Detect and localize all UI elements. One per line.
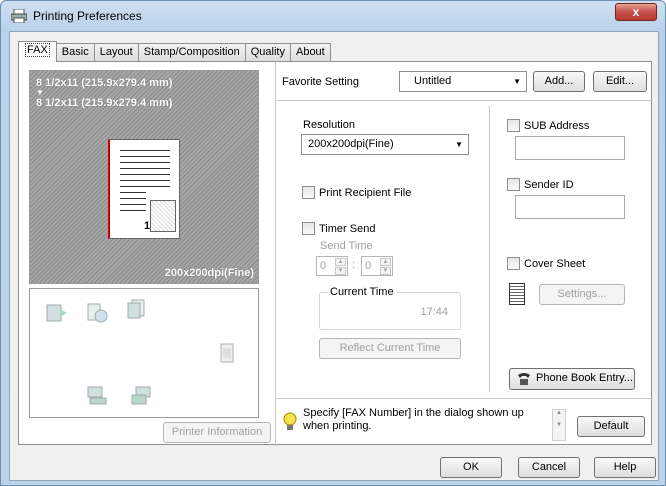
favorite-setting-dropdown[interactable]: Untitled ▼ — [399, 71, 527, 92]
device-options-box — [29, 288, 259, 418]
title-bar[interactable]: Printing Preferences x — [1, 1, 665, 31]
ok-button[interactable]: OK — [440, 457, 502, 478]
page-number: 1 — [144, 220, 151, 232]
phone-book-entry-button[interactable]: Phone Book Entry... — [509, 368, 635, 390]
cover-sheet-label: Cover Sheet — [524, 258, 586, 270]
send-minute-value: 0 — [365, 260, 372, 272]
current-time-group: Current Time 17:44 — [319, 286, 461, 330]
bottom-divider — [277, 398, 653, 399]
chevron-down-icon: ▼ — [513, 77, 521, 86]
printer-icon — [11, 9, 27, 23]
tray-icon — [220, 343, 234, 363]
info-message: Specify [FAX Number] in the dialog shown… — [303, 407, 524, 432]
network-terminal-icon — [131, 386, 151, 405]
overlay-page — [150, 200, 176, 232]
default-button[interactable]: Default — [577, 416, 645, 437]
cancel-button[interactable]: Cancel — [518, 457, 580, 478]
fax-tab-panel: 8 1/2x11 (215.9x279.4 mm) ▼ 8 1/2x11 (21… — [18, 61, 653, 446]
favorite-setting-label: Favorite Setting — [282, 76, 360, 88]
timer-icon — [87, 303, 108, 323]
horizontal-divider — [277, 100, 653, 101]
tab-about[interactable]: About — [289, 43, 331, 61]
sub-address-checkbox[interactable] — [507, 119, 520, 132]
favorite-setting-value: Untitled — [414, 75, 452, 87]
cover-sheet-checkbox[interactable] — [507, 257, 520, 270]
edit-favorite-button[interactable]: Edit... — [593, 71, 647, 92]
close-button[interactable]: x — [615, 3, 657, 21]
spin-up-icon[interactable]: ▲ — [335, 258, 346, 266]
phone-book-entry-label: Phone Book Entry... — [536, 372, 634, 384]
tab-quality[interactable]: Quality — [244, 43, 291, 61]
spin-down-icon[interactable]: ▼ — [335, 267, 346, 275]
print-recipient-file-checkbox[interactable] — [302, 186, 315, 199]
sender-id-input[interactable] — [515, 195, 625, 219]
cover-sheet-settings-button[interactable]: Settings... — [539, 284, 625, 305]
send-hour-spinner[interactable]: 0 ▲ ▼ — [316, 256, 348, 276]
output-size-text: 8 1/2x11 (215.9x279.4 mm) — [36, 97, 173, 109]
page-preview: 8 1/2x11 (215.9x279.4 mm) ▼ 8 1/2x11 (21… — [29, 70, 259, 284]
help-button[interactable]: Help — [594, 457, 656, 478]
tab-fax[interactable]: FAX — [18, 41, 57, 62]
user-terminal-icon — [87, 386, 107, 405]
send-minute-spinner[interactable]: 0 ▲ ▼ — [361, 256, 393, 276]
message-scrollbar[interactable]: ▲ ▼ — [552, 409, 566, 441]
phone-icon — [518, 373, 530, 385]
dialog-client: FAX Basic Layout Stamp/Composition Quali… — [9, 31, 659, 481]
copy-pages-icon — [127, 299, 145, 319]
add-favorite-button[interactable]: Add... — [533, 71, 585, 92]
sub-address-input[interactable] — [515, 136, 625, 160]
reflect-current-time-button[interactable]: Reflect Current Time — [319, 338, 461, 359]
resolution-label: Resolution — [303, 119, 355, 131]
sender-id-checkbox[interactable] — [507, 178, 520, 191]
original-size-text: 8 1/2x11 (215.9x279.4 mm) — [36, 77, 173, 89]
window-title: Printing Preferences — [33, 9, 142, 23]
current-time-label: Current Time — [328, 286, 396, 298]
time-separator: : — [352, 259, 356, 271]
tab-stamp-composition[interactable]: Stamp/Composition — [137, 43, 246, 61]
printer-information-button[interactable]: Printer Information — [163, 422, 271, 443]
resolution-dropdown[interactable]: 200x200dpi(Fine) ▼ — [301, 134, 469, 155]
tab-layout[interactable]: Layout — [93, 43, 139, 61]
fax-document-icon — [46, 304, 67, 322]
sub-address-label: SUB Address — [524, 120, 590, 132]
spin-up-icon[interactable]: ▲ — [380, 258, 391, 266]
paper-preview: 1 — [108, 139, 180, 239]
spin-down-icon[interactable]: ▼ — [380, 267, 391, 275]
tab-strip: FAX Basic Layout Stamp/Composition Quali… — [18, 41, 331, 62]
chevron-down-icon: ▼ — [455, 140, 463, 149]
resolution-value: 200x200dpi(Fine) — [308, 138, 394, 150]
cover-sheet-document-icon — [509, 283, 525, 305]
tab-basic[interactable]: Basic — [55, 43, 95, 61]
preview-resolution-text: 200x200dpi(Fine) — [164, 267, 254, 279]
printing-preferences-window: Printing Preferences x FAX Basic Layout … — [0, 0, 666, 486]
lightbulb-icon — [283, 412, 297, 430]
send-time-label: Send Time — [320, 240, 373, 252]
print-recipient-file-label: Print Recipient File — [319, 187, 412, 199]
vertical-divider — [275, 62, 276, 446]
send-hour-value: 0 — [320, 260, 327, 272]
timer-send-label: Timer Send — [319, 223, 376, 235]
arrow-down-icon: ▼ — [36, 88, 44, 97]
timer-send-checkbox[interactable] — [302, 222, 315, 235]
sender-id-label: Sender ID — [524, 179, 574, 191]
middle-divider — [489, 106, 490, 392]
current-time-value: 17:44 — [420, 306, 448, 318]
